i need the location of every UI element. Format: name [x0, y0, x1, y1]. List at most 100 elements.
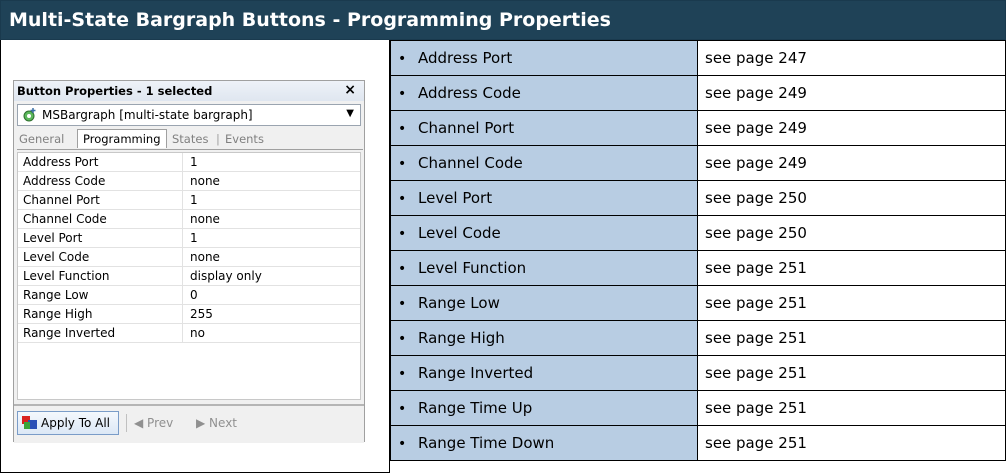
property-name: Range Inverted — [418, 364, 534, 382]
page-reference-cell: see page 249 — [697, 145, 1006, 181]
page-reference[interactable]: see page 250 — [705, 224, 807, 242]
bargraph-icon — [23, 108, 36, 122]
property-name: Range Inverted — [18, 324, 183, 342]
bullet-icon: • — [398, 331, 407, 347]
next-button[interactable]: ▶ Next — [196, 416, 237, 430]
page-reference[interactable]: see page 251 — [705, 434, 807, 452]
table-row: • Channel Port see page 249 — [390, 110, 1006, 146]
table-row: • Range Time Up see page 251 — [390, 390, 1006, 426]
property-name: Level Function — [418, 259, 527, 277]
property-name: Range Low — [18, 286, 183, 304]
footer-divider — [126, 414, 127, 432]
page-reference[interactable]: see page 249 — [705, 119, 807, 137]
property-value[interactable]: 0 — [190, 288, 198, 302]
property-row[interactable]: Range Inverted no — [18, 324, 360, 343]
tab-separator: | — [216, 132, 220, 146]
page-reference-cell: see page 251 — [697, 320, 1006, 356]
bullet-icon: • — [398, 296, 407, 312]
page-reference-cell: see page 251 — [697, 285, 1006, 321]
page-reference[interactable]: see page 251 — [705, 399, 807, 417]
bullet-icon: • — [398, 156, 407, 172]
page-reference[interactable]: see page 251 — [705, 329, 807, 347]
table-row: • Channel Code see page 249 — [390, 145, 1006, 181]
property-row[interactable]: Level Port 1 — [18, 229, 360, 248]
property-name: Level Port — [418, 189, 493, 207]
page-reference[interactable]: see page 251 — [705, 259, 807, 277]
page-reference[interactable]: see page 250 — [705, 189, 807, 207]
page-reference-cell: see page 251 — [697, 390, 1006, 426]
table-row: • Address Code see page 249 — [390, 75, 1006, 111]
property-value[interactable]: none — [190, 250, 220, 264]
chevron-down-icon[interactable]: ▼ — [346, 108, 354, 119]
page-reference-cell: see page 251 — [697, 250, 1006, 286]
property-value[interactable]: display only — [190, 269, 262, 283]
dialog-footer: Apply To All ◀ Prev ▶ Next — [14, 404, 364, 443]
property-value[interactable]: 255 — [190, 307, 213, 321]
dialog-titlebar: Button Properties - 1 selected × — [14, 81, 364, 101]
properties-table: • Address Port see page 247 • Address Code se… — [390, 40, 1006, 461]
property-name: Address Port — [418, 49, 513, 67]
tab-events[interactable]: Events — [225, 132, 264, 146]
property-row[interactable]: Address Port 1 — [18, 153, 360, 172]
property-value[interactable]: 1 — [190, 231, 198, 245]
tab-states[interactable]: States — [172, 132, 208, 146]
property-tabs: General Programming States | Events — [17, 129, 363, 150]
property-name-cell: • Address Port — [390, 40, 698, 76]
property-value[interactable]: none — [190, 212, 220, 226]
apply-to-all-label: Apply To All — [41, 416, 111, 430]
page-reference[interactable]: see page 249 — [705, 154, 807, 172]
property-name: Channel Code — [18, 210, 183, 228]
property-name: Range High — [418, 329, 505, 347]
property-name: Channel Code — [418, 154, 523, 172]
property-row[interactable]: Channel Code none — [18, 210, 360, 229]
section-title: Multi-State Bargraph Buttons - Programmi… — [9, 9, 611, 31]
dialog-title: Button Properties - 1 selected — [17, 84, 213, 98]
table-row: • Address Port see page 247 — [390, 40, 1006, 76]
property-row[interactable]: Range Low 0 — [18, 286, 360, 305]
bullet-icon: • — [398, 436, 407, 452]
button-type-combo[interactable]: MSBargraph [multi-state bargraph] ▼ — [17, 104, 361, 126]
tab-general[interactable]: General — [19, 132, 64, 146]
property-name: Range Time Up — [418, 399, 533, 417]
property-name-cell: • Level Port — [390, 180, 698, 216]
property-value[interactable]: no — [190, 326, 205, 340]
page-reference[interactable]: see page 251 — [705, 364, 807, 382]
prev-button[interactable]: ◀ Prev — [134, 416, 173, 430]
page-reference-cell: see page 249 — [697, 110, 1006, 146]
tab-programming[interactable]: Programming — [77, 129, 167, 148]
bullet-icon: • — [398, 191, 407, 207]
property-name-cell: • Address Code — [390, 75, 698, 111]
property-row[interactable]: Address Code none — [18, 172, 360, 191]
property-row[interactable]: Range High 255 — [18, 305, 360, 324]
property-value[interactable]: 1 — [190, 155, 198, 169]
button-properties-dialog: Button Properties - 1 selected × MSBargr… — [13, 80, 365, 443]
page-reference[interactable]: see page 247 — [705, 49, 807, 67]
property-name: Level Port — [18, 229, 183, 247]
property-name-cell: • Level Code — [390, 215, 698, 251]
property-name-cell: • Range Inverted — [390, 355, 698, 391]
page-reference-cell: see page 250 — [697, 215, 1006, 251]
property-name-cell: • Range Time Down — [390, 425, 698, 461]
property-name-cell: • Channel Port — [390, 110, 698, 146]
close-icon[interactable]: × — [344, 82, 356, 98]
table-row: • Level Port see page 250 — [390, 180, 1006, 216]
page-reference-cell: see page 251 — [697, 355, 1006, 391]
property-name: Range High — [18, 305, 183, 323]
property-row[interactable]: Level Function display only — [18, 267, 360, 286]
page-reference-cell: see page 250 — [697, 180, 1006, 216]
property-value[interactable]: 1 — [190, 193, 198, 207]
property-row[interactable]: Level Code none — [18, 248, 360, 267]
table-row: • Range Time Down see page 251 — [390, 425, 1006, 461]
property-grid: Address Port 1 Address Code none Channel Por… — [17, 152, 361, 400]
property-name: Level Function — [18, 267, 183, 285]
property-value[interactable]: none — [190, 174, 220, 188]
page-reference-cell: see page 249 — [697, 75, 1006, 111]
table-row: • Range High see page 251 — [390, 320, 1006, 356]
table-row: • Level Function see page 251 — [390, 250, 1006, 286]
property-row[interactable]: Channel Port 1 — [18, 191, 360, 210]
page-reference[interactable]: see page 251 — [705, 294, 807, 312]
combo-value: MSBargraph [multi-state bargraph] — [42, 108, 253, 122]
property-name: Range Time Down — [418, 434, 555, 452]
apply-to-all-button[interactable]: Apply To All — [17, 411, 119, 435]
page-reference[interactable]: see page 249 — [705, 84, 807, 102]
